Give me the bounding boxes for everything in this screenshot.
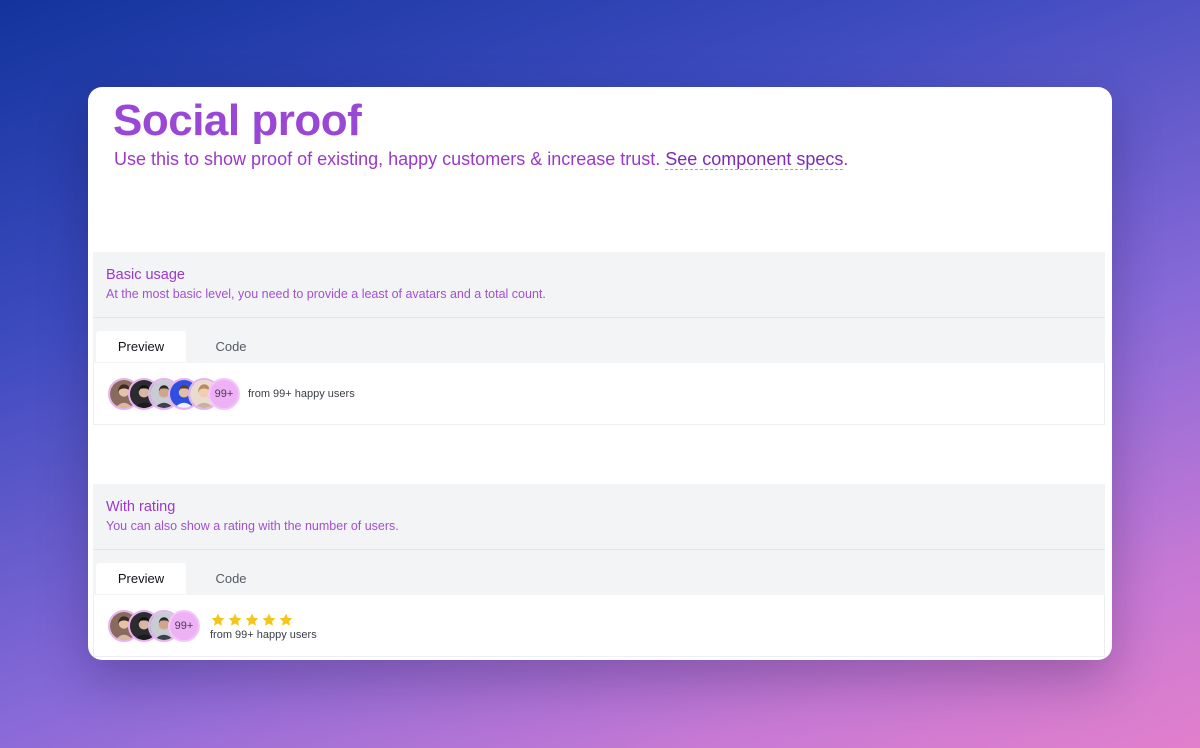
component-specs-link[interactable]: See component specs [665,149,844,170]
avatar-group: 99+ [108,377,248,410]
star-icon [227,612,243,628]
avatar-group: 99+ [108,609,208,642]
happy-users-text: from 99+ happy users [248,387,355,400]
section-description: You can also show a rating with the numb… [106,519,399,533]
user-count-badge: 99+ [168,609,200,642]
tab-code[interactable]: Code [186,563,276,594]
section-description: At the most basic level, you need to pro… [106,287,546,301]
section-header: Basic usage At the most basic level, you… [93,252,1105,318]
star-icon [244,612,260,628]
user-count-badge: 99+ [208,377,240,410]
star-icon [261,612,277,628]
star-rating [210,611,317,629]
star-icon [278,612,294,628]
section-title: Basic usage [106,267,185,283]
tab-preview[interactable]: Preview [96,563,186,594]
page-title: Social proof [113,96,362,145]
tab-code[interactable]: Code [186,331,276,362]
preview-code-tabs: Preview Code [93,550,1105,595]
section-header: With rating You can also show a rating w… [93,484,1105,550]
preview-code-tabs: Preview Code [93,318,1105,363]
component-doc-card: Social proof Use this to show proof of e… [88,87,1112,660]
subtitle-period: . [843,149,849,169]
happy-users-text: from 99+ happy users [210,628,317,641]
subtitle-text: Use this to show proof of existing, happ… [114,149,666,169]
star-icon [210,612,226,628]
page-subtitle: Use this to show proof of existing, happ… [114,148,848,170]
section-basic-usage: Basic usage At the most basic level, you… [93,252,1105,425]
tab-preview[interactable]: Preview [96,331,186,362]
rating-block: from 99+ happy users [210,611,317,641]
section-title: With rating [106,499,176,515]
preview-panel: 99+ from 99+ happy users [93,595,1105,657]
section-with-rating: With rating You can also show a rating w… [93,484,1105,657]
preview-panel: 99+ from 99+ happy users [93,363,1105,425]
